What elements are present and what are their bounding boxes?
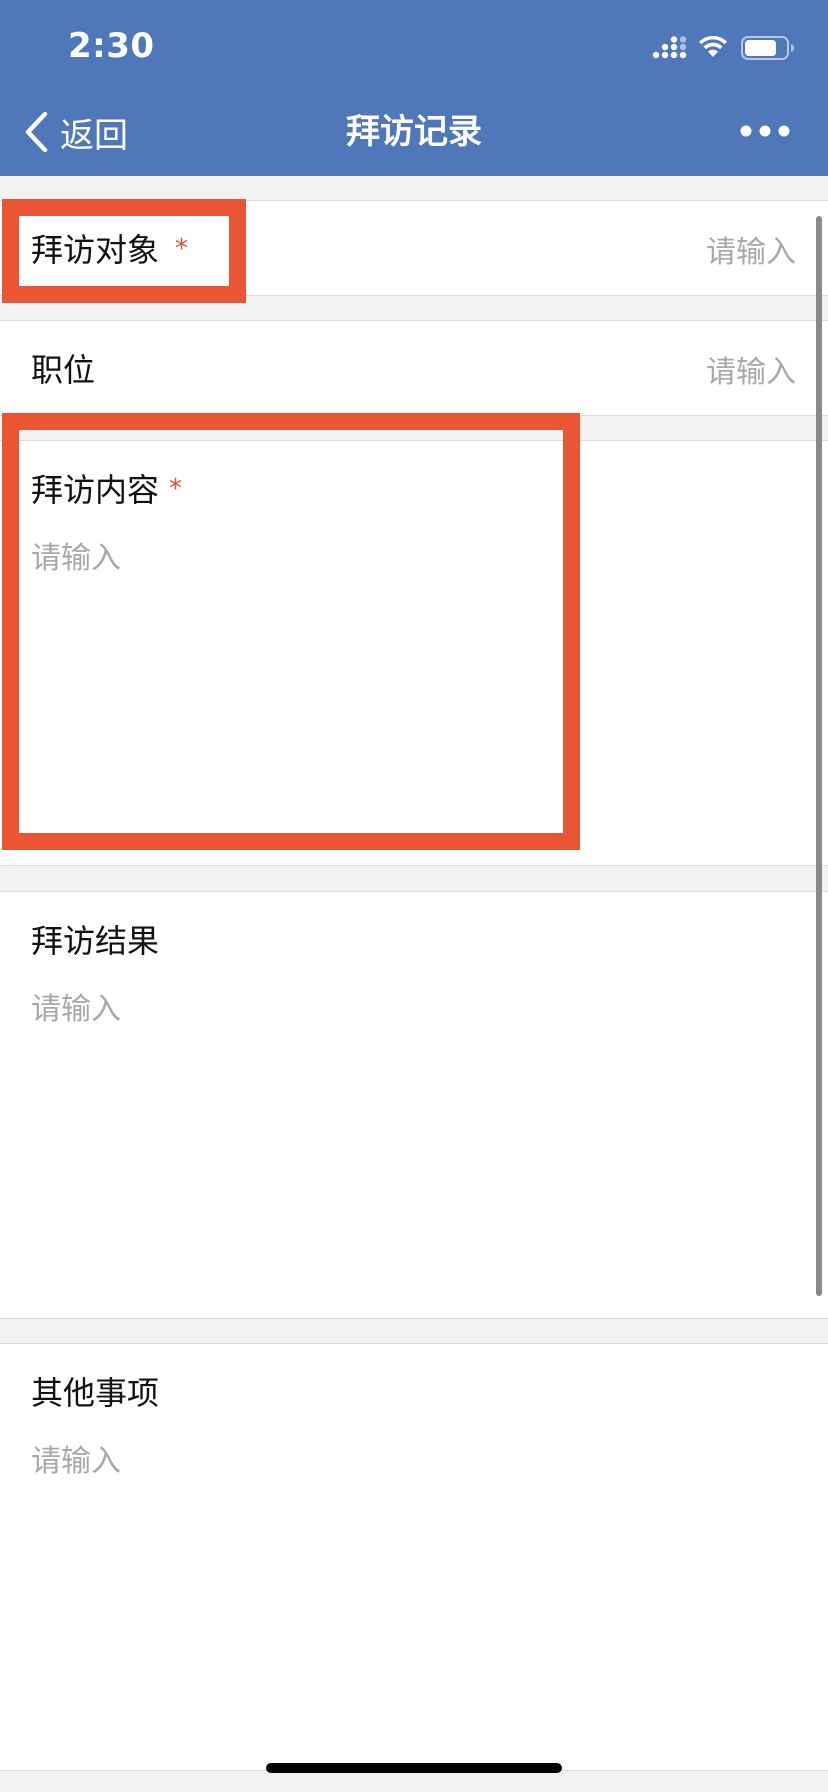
home-indicator[interactable]: [266, 1763, 562, 1773]
visit-target-row[interactable]: 拜访对象 * 请输入: [0, 200, 828, 296]
other-items-row[interactable]: 其他事项 请输入: [0, 1343, 828, 1771]
visit-target-input[interactable]: 请输入: [706, 227, 796, 271]
status-time: 2:30: [68, 26, 155, 66]
cellular-signal-icon: [652, 36, 687, 59]
more-options-icon[interactable]: [738, 116, 792, 146]
visit-content-input[interactable]: 请输入: [31, 533, 121, 577]
wifi-icon: [699, 35, 727, 57]
position-row[interactable]: 职位 请输入: [0, 320, 828, 416]
screen: 2:30 返回 拜访记录 拜访对象 * 请输入 职位 请输入 拜访内容 * 请输…: [0, 0, 828, 1792]
chevron-left-icon: [25, 111, 48, 153]
scrollbar[interactable]: [816, 216, 822, 1296]
visit-target-label: 拜访对象 *: [31, 231, 189, 269]
visit-content-row[interactable]: 拜访内容 * 请输入: [0, 440, 828, 866]
visit-result-input[interactable]: 请输入: [31, 984, 121, 1028]
position-label: 职位: [31, 351, 96, 389]
back-button[interactable]: 返回: [24, 108, 128, 156]
visit-result-label: 拜访结果: [31, 922, 160, 960]
other-items-input[interactable]: 请输入: [31, 1436, 121, 1480]
required-mark: *: [175, 234, 189, 264]
nav-bar: 2:30 返回 拜访记录: [0, 0, 828, 176]
back-label: 返回: [60, 115, 128, 156]
battery-icon: [741, 36, 794, 60]
visit-result-row[interactable]: 拜访结果 请输入: [0, 891, 828, 1319]
visit-content-label: 拜访内容 *: [31, 471, 183, 509]
other-items-label: 其他事项: [31, 1374, 160, 1412]
position-input[interactable]: 请输入: [706, 347, 796, 391]
required-mark: *: [169, 474, 183, 504]
